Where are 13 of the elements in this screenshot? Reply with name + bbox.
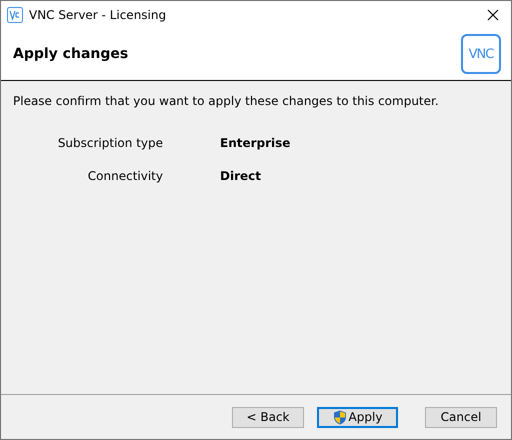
dialog-button[interactable]: Apply — [317, 406, 398, 428]
field-label: Connectivity — [86, 169, 163, 183]
dialog-button[interactable]: < Back — [232, 406, 304, 428]
field-label: Subscription type — [56, 136, 163, 150]
window-title: VNC Server - Licensing — [29, 8, 168, 22]
field-value: Direct — [220, 169, 262, 183]
close-icon[interactable] — [487, 8, 499, 20]
confirmation-message: Please confirm that you want to apply these changes to this computer. — [13, 94, 440, 108]
logo: VNC — [461, 34, 501, 74]
app-icon — [7, 6, 23, 22]
dialog-button[interactable]: Cancel — [425, 406, 497, 428]
field-value: Enterprise — [220, 136, 292, 150]
page-heading: Apply changes — [13, 46, 128, 62]
